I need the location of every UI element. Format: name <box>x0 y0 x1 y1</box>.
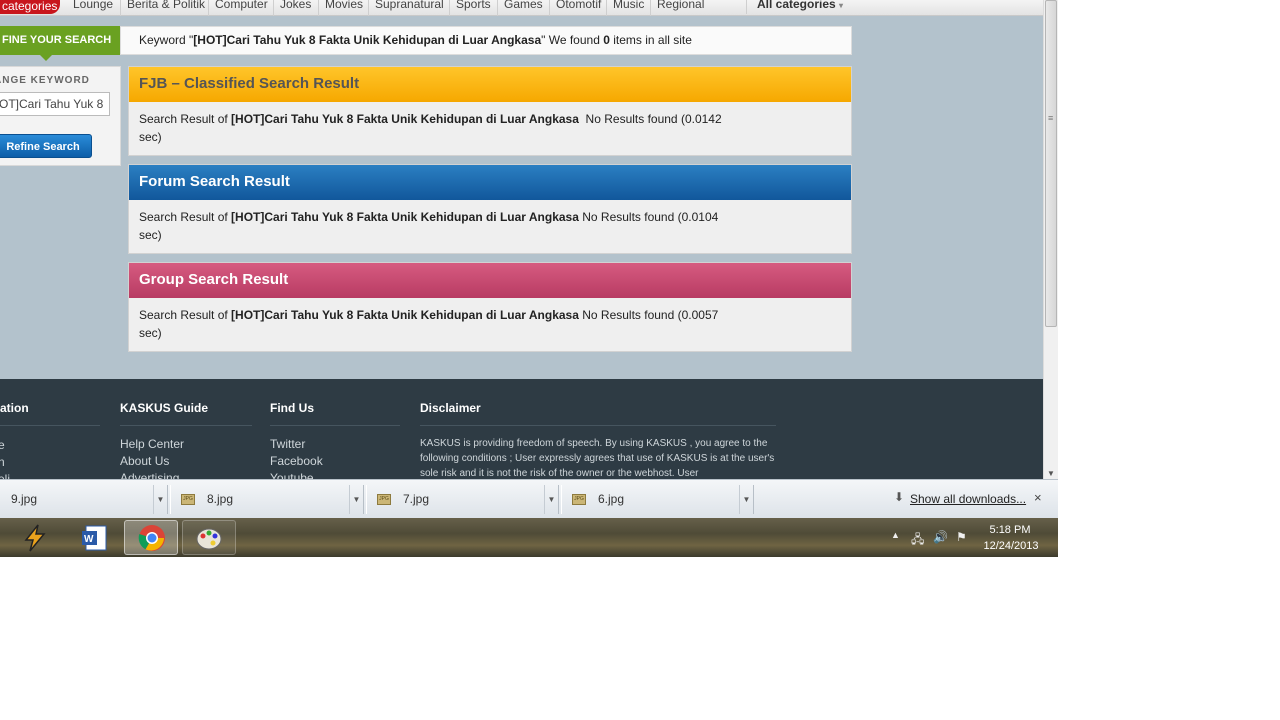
close-icon[interactable]: × <box>1034 490 1042 505</box>
nav-item-otomotif[interactable]: Otomotif <box>549 0 601 16</box>
refine-search-header: FINE YOUR SEARCH <box>0 26 120 61</box>
footer-navigation-title: ation <box>0 401 29 415</box>
clock-date[interactable]: 12/24/2013 <box>980 540 1042 552</box>
change-keyword-panel: ANGE KEYWORD Refine Search <box>0 66 121 166</box>
disclaimer-text: KASKUS is providing freedom of speech. B… <box>420 438 775 479</box>
footer-guide-title: KASKUS Guide <box>120 401 209 415</box>
word-icon: W <box>82 525 107 551</box>
footer-findus-title: Find Us <box>270 401 314 415</box>
fjb-result-panel: FJB – Classified Search Result Search Re… <box>128 66 852 156</box>
footer-divider <box>0 425 100 426</box>
show-hidden-icons-arrow-icon[interactable]: ▲ <box>891 530 900 540</box>
footer-link-help-center[interactable]: Help Center <box>120 437 184 451</box>
nav-item-computer[interactable]: Computer <box>208 0 268 16</box>
result-keyword: [HOT]Cari Tahu Yuk 8 Fakta Unik Kehidupa… <box>231 210 579 224</box>
refine-search-button[interactable]: Refine Search <box>0 134 92 158</box>
footer-link-facebook[interactable]: Facebook <box>270 454 323 468</box>
group-result-text: Search Result of [HOT]Cari Tahu Yuk 8 Fa… <box>129 298 851 342</box>
svg-text:W: W <box>84 534 94 545</box>
chevron-down-icon[interactable]: ▼ <box>349 485 363 514</box>
nav-item-supranatural[interactable]: Supranatural <box>368 0 444 16</box>
taskbar-app-winamp[interactable] <box>10 520 60 555</box>
keyword-summary: Keyword "[HOT]Cari Tahu Yuk 8 Fakta Unik… <box>120 26 852 55</box>
image-file-icon: JPG <box>377 494 391 505</box>
result-keyword: [HOT]Cari Tahu Yuk 8 Fakta Unik Kehidupa… <box>231 308 579 322</box>
grip-icon: ≡ <box>1048 113 1054 123</box>
keyword-input[interactable] <box>0 92 110 116</box>
chrome-icon <box>138 525 165 551</box>
clock-time[interactable]: 5:18 PM <box>985 524 1035 536</box>
footer-disclaimer-title: Disclaimer <box>420 401 481 415</box>
group-result-title: Group Search Result <box>129 263 851 298</box>
chevron-down-icon[interactable]: ▼ <box>153 485 167 514</box>
result-keyword: [HOT]Cari Tahu Yuk 8 Fakta Unik Kehidupa… <box>231 112 579 126</box>
taskbar-app-chrome[interactable] <box>124 520 178 555</box>
download-filename: 9.jpg <box>11 492 38 506</box>
footer-link[interactable]: e <box>0 438 5 452</box>
nav-item-regional[interactable]: Regional <box>650 0 704 16</box>
show-all-downloads-link[interactable]: Show all downloads... <box>910 492 1026 506</box>
forum-result-title: Forum Search Result <box>129 165 851 200</box>
result-prefix: Search Result of <box>139 210 232 224</box>
lightning-app-icon <box>24 524 46 552</box>
download-item[interactable]: JPG 6.jpg ▼ <box>561 485 754 514</box>
categories-tab[interactable]: categories <box>0 0 60 14</box>
fjb-result-title: FJB – Classified Search Result <box>129 67 851 102</box>
nav-item-lounge[interactable]: Lounge <box>67 0 113 16</box>
footer-divider <box>120 425 252 426</box>
nav-item-sports[interactable]: Sports <box>449 0 491 16</box>
taskbar-app-paint[interactable] <box>182 520 236 555</box>
forum-result-panel: Forum Search Result Search Result of [HO… <box>128 164 852 254</box>
footer-divider <box>270 425 400 426</box>
browser-screen: categories Lounge Berita & Politik Compu… <box>0 0 1058 557</box>
nav-item-games[interactable]: Games <box>497 0 543 16</box>
nav-item-music[interactable]: Music <box>606 0 644 16</box>
keyword-text: [HOT]Cari Tahu Yuk 8 Fakta Unik Kehidupa… <box>193 33 542 47</box>
keyword-prefix: Keyword " <box>139 33 194 47</box>
chevron-down-icon[interactable]: ▼ <box>544 485 558 514</box>
change-keyword-label: ANGE KEYWORD <box>0 75 90 86</box>
all-categories-dropdown[interactable]: All categories ▾ <box>746 0 846 14</box>
downloads-bar: 9.jpg ▼ JPG 8.jpg ▼ JPG 7.jpg ▼ JPG 6.jp… <box>0 479 1058 518</box>
nav-item-berita-politik[interactable]: Berita & Politik <box>120 0 205 16</box>
footer-divider <box>420 425 776 426</box>
scrollbar-thumb[interactable]: ≡ <box>1045 0 1057 327</box>
footer-link-about-us[interactable]: About Us <box>120 454 169 468</box>
download-item[interactable]: JPG 8.jpg ▼ <box>170 485 364 514</box>
scroll-down-arrow-icon[interactable]: ▼ <box>1047 469 1055 478</box>
chevron-down-icon: ▾ <box>839 1 844 10</box>
paint-palette-icon <box>196 528 222 550</box>
taskbar-app-word[interactable]: W <box>68 520 122 555</box>
volume-icon[interactable]: 🔊 <box>933 530 948 544</box>
download-arrow-icon: ⬇ <box>894 490 905 504</box>
action-center-flag-icon[interactable]: ⚑ <box>956 530 967 544</box>
image-file-icon: JPG <box>181 494 195 505</box>
download-filename: 6.jpg <box>598 492 625 506</box>
vertical-scrollbar[interactable]: ≡ ▼ <box>1043 0 1058 479</box>
result-prefix: Search Result of <box>139 308 232 322</box>
result-count: 0 <box>603 33 610 47</box>
network-icon[interactable]: 🖧 <box>911 530 924 551</box>
top-navigation: categories Lounge Berita & Politik Compu… <box>0 0 1043 16</box>
footer-link[interactable]: n <box>0 455 5 469</box>
download-item[interactable]: JPG 7.jpg ▼ <box>366 485 559 514</box>
keyword-middle: " We found <box>541 33 604 47</box>
image-file-icon: JPG <box>572 494 586 505</box>
result-prefix: Search Result of <box>139 112 232 126</box>
group-result-panel: Group Search Result Search Result of [HO… <box>128 262 852 352</box>
all-categories-label: All categories <box>757 0 836 11</box>
forum-result-text: Search Result of [HOT]Cari Tahu Yuk 8 Fa… <box>129 200 851 244</box>
windows-taskbar: W ▲ 🖧 🔊 ⚑ 5:18 PM 12/24/2013 <box>0 518 1058 557</box>
fjb-result-text: Search Result of [HOT]Cari Tahu Yuk 8 Fa… <box>129 102 851 146</box>
download-filename: 7.jpg <box>403 492 430 506</box>
download-filename: 8.jpg <box>207 492 234 506</box>
chevron-down-icon[interactable]: ▼ <box>739 485 753 514</box>
footer-link-twitter[interactable]: Twitter <box>270 437 305 451</box>
nav-item-jokes[interactable]: Jokes <box>273 0 311 16</box>
nav-item-movies[interactable]: Movies <box>318 0 363 16</box>
keyword-suffix: items in all site <box>609 33 692 47</box>
site-footer: ation e n eli KASKUS Guide Help Center A… <box>0 379 1043 486</box>
download-item[interactable]: 9.jpg ▼ <box>0 485 168 514</box>
